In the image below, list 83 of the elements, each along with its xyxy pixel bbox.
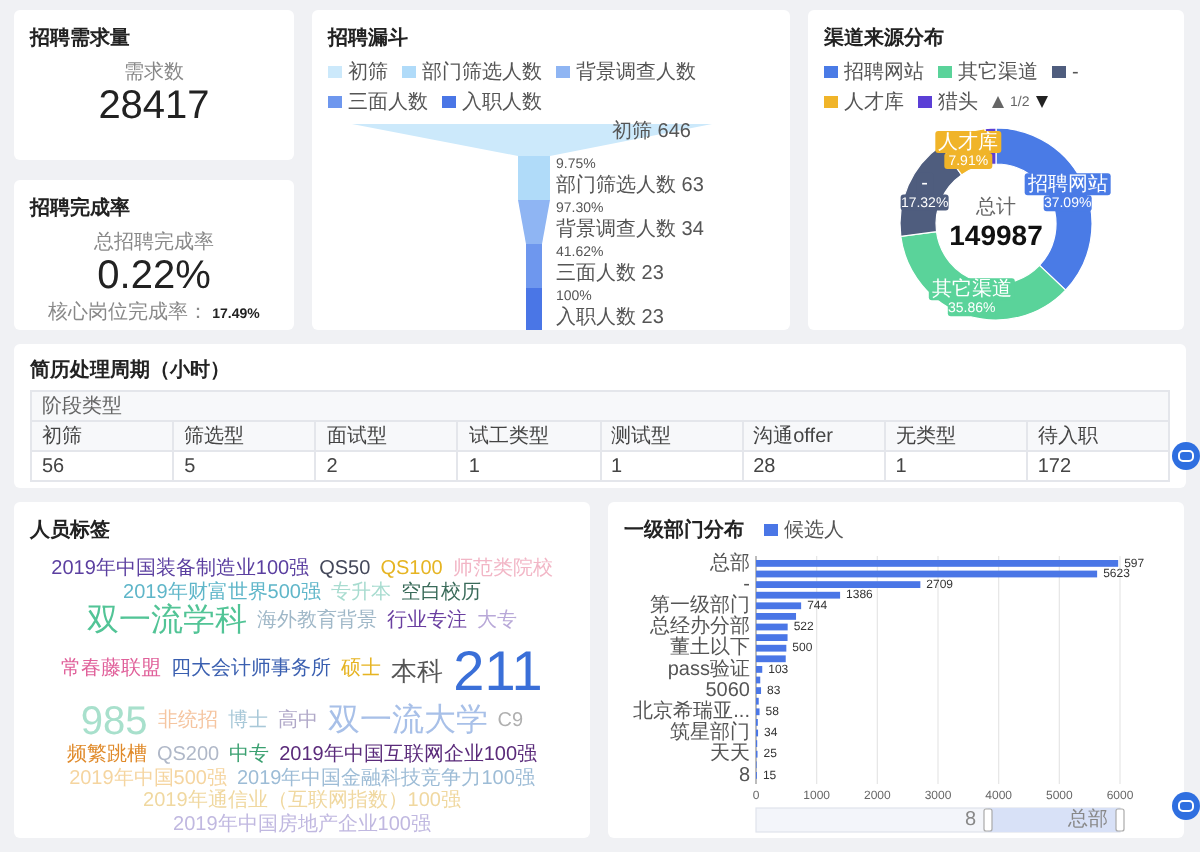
- tag-word: 行业专注: [387, 612, 467, 634]
- metric-value: 0.22%: [97, 256, 211, 298]
- column-header: 初筛: [31, 421, 174, 451]
- tag-word: 双一流大学: [327, 706, 488, 741]
- table-cell: 28: [742, 451, 885, 481]
- tag-word: 2019年中国装备制造业100强: [51, 560, 310, 581]
- funnel-stage-label: 部门筛选人数 63: [556, 175, 704, 198]
- funnel-stage-label: 初筛 646: [612, 121, 691, 144]
- category-label: 总经办分部: [650, 616, 750, 639]
- tag-word: 四大会计师事务所: [171, 660, 332, 682]
- tag-word: C9: [497, 712, 524, 734]
- category-label: 北京希瑞亚...: [633, 701, 750, 724]
- tag-word: 2019年中国互联网企业100强: [279, 746, 538, 767]
- slice-label: 其它渠道: [928, 278, 1015, 301]
- column-header: 待入职: [1026, 421, 1169, 451]
- tag-word: 非统招: [157, 712, 218, 734]
- tag-word: 985: [80, 702, 148, 745]
- total-label: 总计: [976, 197, 1016, 220]
- slice-label: 人才库: [935, 131, 1002, 154]
- tag-word: 硕士: [341, 660, 382, 682]
- card-title: 简历处理周期（小时）: [30, 357, 232, 384]
- tag-word: QS200: [156, 746, 220, 768]
- column-header: 面试型: [315, 421, 458, 451]
- card-title: 一级部门分布: [624, 516, 744, 544]
- slice-label: -: [916, 172, 934, 196]
- column-header: 测试型: [600, 421, 743, 451]
- range-end-label: 总部: [1068, 809, 1108, 832]
- column-header: 无类型: [884, 421, 1027, 451]
- range-start-label: 8: [964, 809, 976, 832]
- tag-word: 常春藤联盟: [61, 660, 162, 682]
- funnel-stage-label: 入职人数 23: [556, 307, 664, 330]
- table-cell: 56: [31, 451, 174, 481]
- tag-word: 频繁跳槽: [66, 746, 147, 767]
- category-label: 第一级部门: [650, 595, 750, 618]
- card-title: 招聘漏斗: [328, 25, 410, 52]
- tag-word: 大专: [477, 612, 517, 634]
- tag-word: 空白校历: [400, 583, 481, 604]
- tag-word: 2019年通信业（互联网指数）100强: [143, 792, 461, 813]
- category-label: 5060: [705, 679, 750, 702]
- tag-word: QS50: [319, 560, 371, 581]
- total-value: 149987: [949, 219, 1043, 252]
- tag-word: 2019年财富世界500强: [123, 583, 321, 603]
- funnel-stage-label: 背景调查人数 34: [556, 219, 704, 242]
- column-header: 沟通offer: [742, 421, 885, 451]
- table-cell: 172: [1026, 451, 1169, 481]
- slice-label: 招聘网站: [1024, 173, 1111, 196]
- category-label: 董土以下: [670, 637, 750, 660]
- group-header: 阶段类型: [31, 391, 1169, 421]
- funnel-stage-label: 三面人数 23: [556, 263, 664, 286]
- tag-word: 专升本: [330, 583, 391, 604]
- tag-word: 师范类院校: [452, 560, 553, 581]
- table-cell: 1: [457, 451, 600, 481]
- card-title: 渠道来源分布: [824, 25, 946, 52]
- tag-word: QS100: [380, 560, 443, 581]
- metric-value: 28417: [98, 86, 210, 128]
- table-cell: 1: [884, 451, 1027, 481]
- card-title: 招聘完成率: [30, 194, 132, 222]
- category-label: 天天: [710, 743, 750, 766]
- tag-word: 2019年中国金融科技竞争力100强: [237, 769, 535, 790]
- card-title: 招聘需求量: [30, 25, 132, 52]
- card-title: 人员标签: [30, 517, 112, 544]
- column-header: 筛选型: [173, 421, 316, 451]
- table-cell: 5: [173, 451, 316, 481]
- category-label: -: [743, 573, 750, 596]
- table-cell: 1: [600, 451, 743, 481]
- tag-word: 211: [453, 641, 543, 701]
- column-header: 试工类型: [457, 421, 600, 451]
- category-label: 总部: [710, 552, 750, 575]
- slice-label: -: [921, 173, 928, 196]
- tag-word: 高中: [277, 712, 318, 734]
- category-label: 8: [738, 764, 750, 787]
- tag-word: 2019年中国房地产企业100强: [173, 815, 431, 837]
- tag-word: 本科: [391, 657, 444, 685]
- table-cell: 2: [315, 451, 458, 481]
- category-label: 筑星部门: [670, 722, 750, 745]
- tag-word: 2019年中国500强: [69, 769, 227, 790]
- tag-word: 中专: [229, 746, 270, 768]
- sub-metric-label: 核心岗位完成率：: [48, 299, 209, 326]
- tag-word: 博士: [227, 712, 268, 734]
- metric-label: 总招聘完成率: [94, 229, 214, 256]
- tag-word: 海外教育背景: [257, 612, 377, 634]
- category-label: pass验证: [667, 658, 750, 681]
- metric-label: 需求数: [124, 59, 184, 86]
